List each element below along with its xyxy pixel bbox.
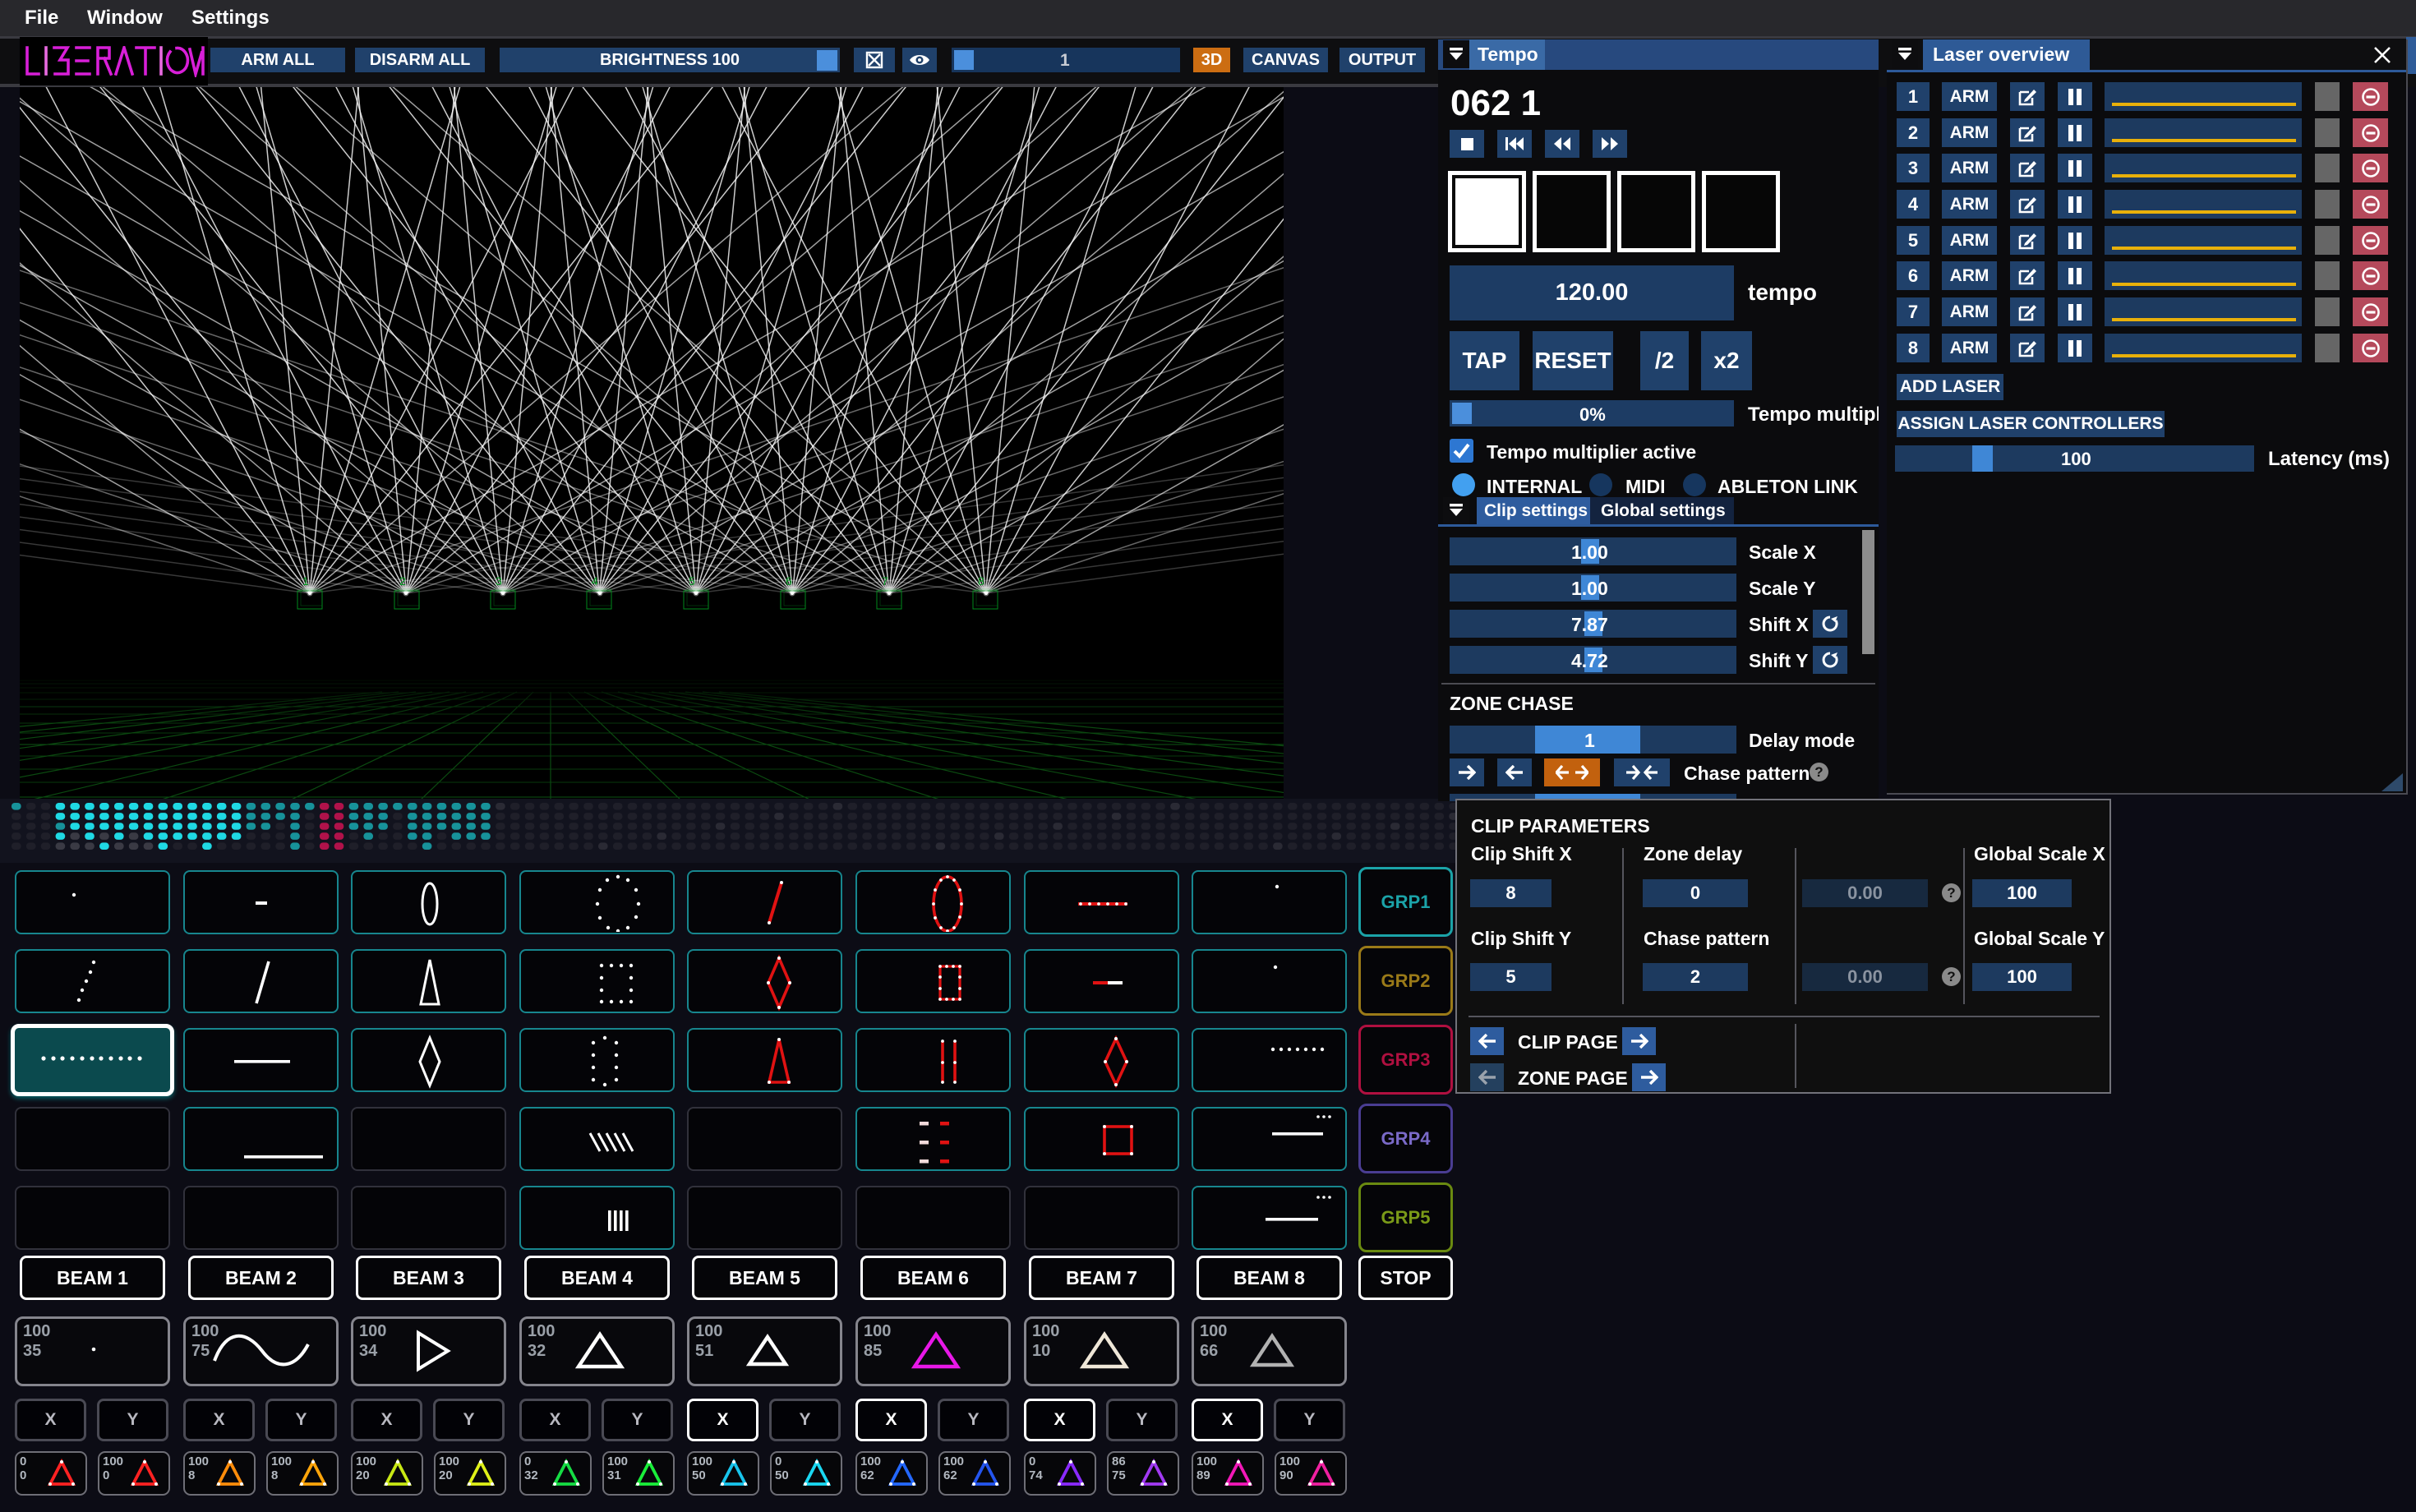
svg-text:2: 2 — [399, 574, 406, 588]
svg-text:1: 1 — [302, 574, 309, 588]
svg-text:7: 7 — [882, 574, 888, 588]
svg-text:8: 8 — [978, 574, 984, 588]
svg-text:6: 6 — [786, 574, 792, 588]
svg-text:5: 5 — [689, 574, 695, 588]
svg-text:3: 3 — [496, 574, 502, 588]
svg-text:4: 4 — [592, 574, 598, 588]
